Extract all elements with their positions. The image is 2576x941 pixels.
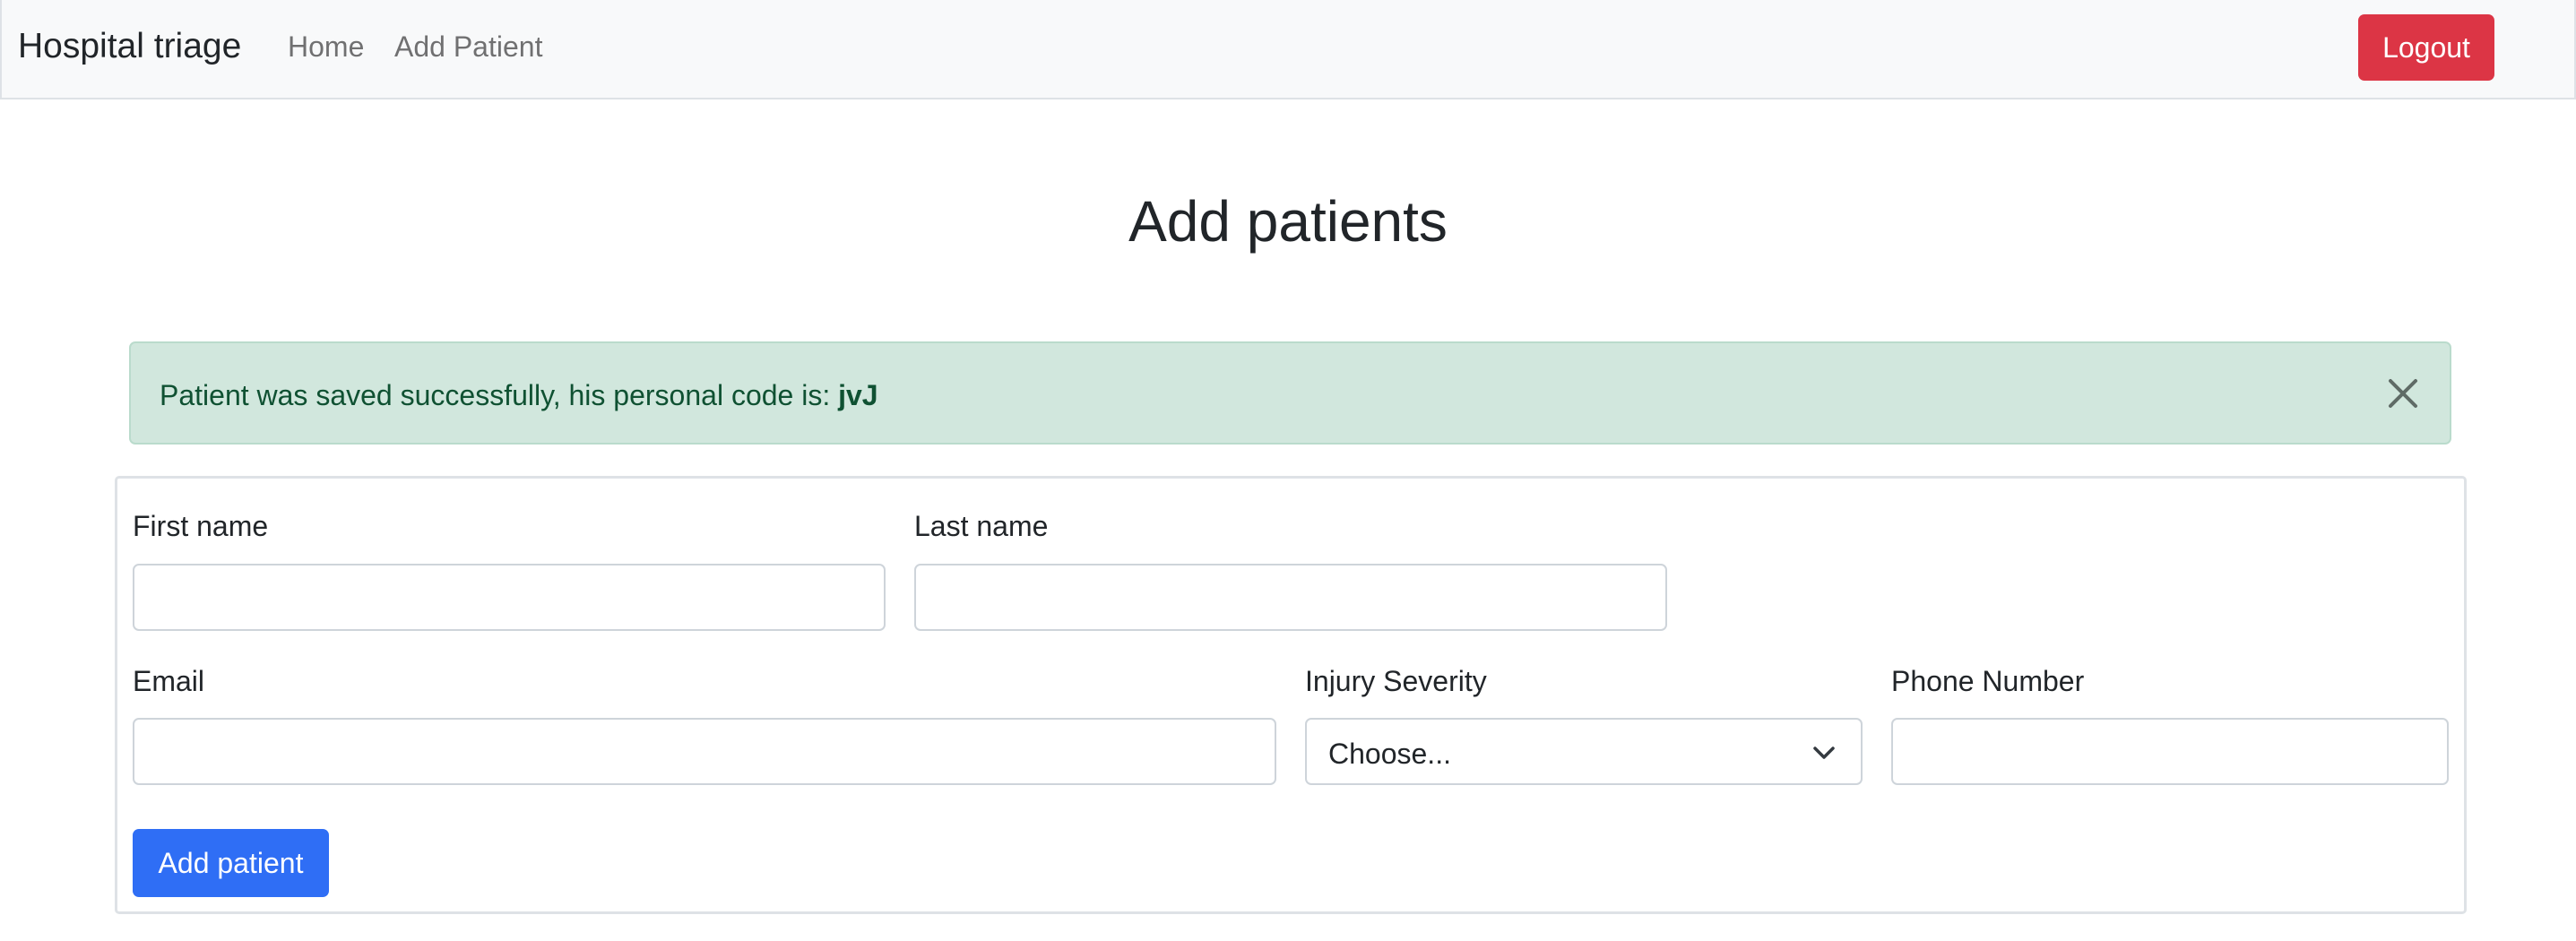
injury-severity-label: Injury Severity <box>1305 665 1487 697</box>
phone-number-field[interactable] <box>1891 718 2449 785</box>
phone-number-label: Phone Number <box>1891 665 2085 697</box>
alert-message: Patient was saved successfully, his pers… <box>160 379 878 412</box>
email-label: Email <box>133 665 205 697</box>
add-patient-form <box>115 476 2467 914</box>
navbar-brand[interactable]: Hospital triage <box>18 27 241 66</box>
first-name-label: First name <box>133 510 269 542</box>
last-name-field[interactable] <box>914 564 1667 631</box>
last-name-label: Last name <box>914 510 1049 542</box>
first-name-field[interactable] <box>133 564 886 631</box>
email-field[interactable] <box>133 718 1276 785</box>
injury-severity-selected: Choose... <box>1328 738 1451 770</box>
navbar: Hospital triage Home Add Patient Logout <box>0 0 2576 99</box>
add-patient-button[interactable]: Add patient <box>133 829 329 897</box>
nav-link-home[interactable]: Home <box>288 30 364 64</box>
alert-message-text: Patient was saved successfully, his pers… <box>160 379 839 411</box>
page-title: Add patients <box>1128 189 1448 254</box>
close-icon[interactable] <box>2385 376 2421 411</box>
chevron-down-icon <box>1812 743 1836 763</box>
personal-code: jvJ <box>838 379 878 411</box>
nav-link-add-patient[interactable]: Add Patient <box>394 30 542 64</box>
injury-severity-select[interactable]: Choose... <box>1305 718 1863 785</box>
success-alert: Patient was saved successfully, his pers… <box>129 341 2451 445</box>
logout-button[interactable]: Logout <box>2358 14 2494 81</box>
